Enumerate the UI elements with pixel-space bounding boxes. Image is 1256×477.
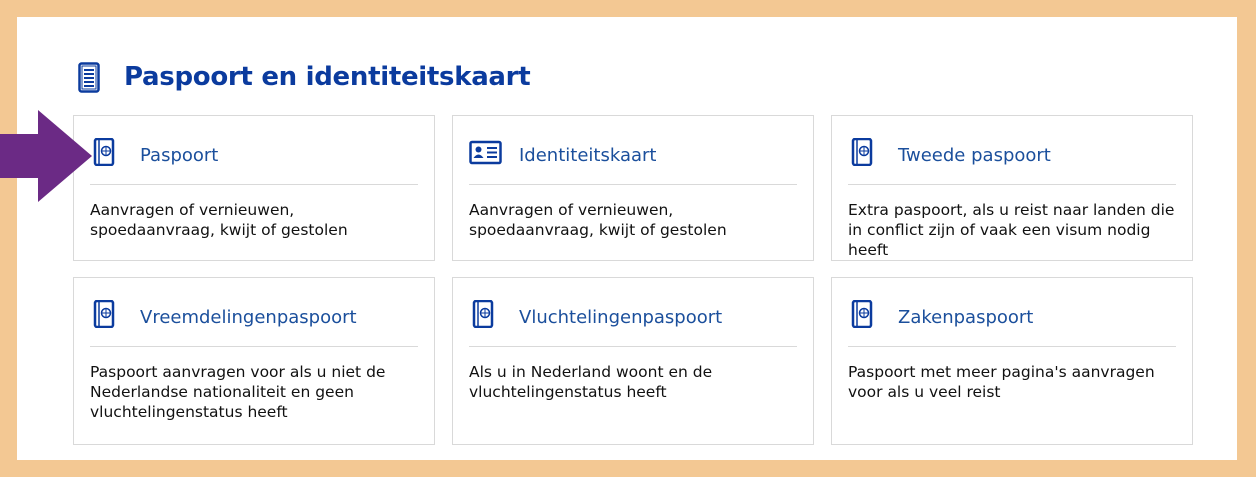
card-header: Paspoort — [90, 138, 418, 185]
card-header: Vluchtelingenpaspoort — [469, 300, 797, 347]
card-header: Tweede paspoort — [848, 138, 1176, 185]
card-header: Zakenpaspoort — [848, 300, 1176, 347]
card-title[interactable]: Identiteitskaart — [519, 146, 656, 166]
passport-icon — [851, 300, 873, 328]
card-description: Paspoort aanvragen voor als u niet de Ne… — [90, 363, 386, 421]
passport-icon — [93, 300, 115, 328]
page-header: Paspoort en identiteitskaart — [60, 59, 531, 95]
card-vreemdelingenpaspoort[interactable]: Vreemdelingenpaspoort Paspoort aanvragen… — [73, 277, 435, 445]
card-description: Aanvragen of vernieuwen, spoedaanvraag, … — [469, 201, 727, 239]
card-paspoort[interactable]: Paspoort Aanvragen of vernieuwen, spoeda… — [73, 115, 435, 261]
card-tweede-paspoort[interactable]: Tweede paspoort Extra paspoort, als u re… — [831, 115, 1193, 261]
card-vluchtelingenpaspoort[interactable]: Vluchtelingenpaspoort Als u in Nederland… — [452, 277, 814, 445]
card-zakenpaspoort[interactable]: Zakenpaspoort Paspoort met meer pagina's… — [831, 277, 1193, 445]
card-title[interactable]: Vreemdelingenpaspoort — [140, 308, 357, 328]
page-title: Paspoort en identiteitskaart — [124, 62, 531, 92]
card-title[interactable]: Vluchtelingenpaspoort — [519, 308, 722, 328]
card-header: Identiteitskaart — [469, 138, 797, 185]
card-title[interactable]: Paspoort — [140, 146, 218, 166]
passport-icon — [851, 138, 873, 166]
card-description: Aanvragen of vernieuwen, spoedaanvraag, … — [90, 201, 348, 239]
passport-icon — [472, 300, 494, 328]
document-list-icon — [78, 61, 100, 93]
card-header: Vreemdelingenpaspoort — [90, 300, 418, 347]
card-description: Extra paspoort, als u reist naar landen … — [848, 201, 1175, 259]
card-description: Paspoort met meer pagina's aanvragen voo… — [848, 363, 1155, 401]
pointer-arrow — [0, 110, 92, 202]
card-description: Als u in Nederland woont en de vluchteli… — [469, 363, 713, 401]
card-title[interactable]: Zakenpaspoort — [898, 308, 1033, 328]
id-card-icon — [469, 140, 502, 165]
card-title[interactable]: Tweede paspoort — [898, 146, 1051, 166]
card-identiteitskaart[interactable]: Identiteitskaart Aanvragen of vernieuwen… — [452, 115, 814, 261]
